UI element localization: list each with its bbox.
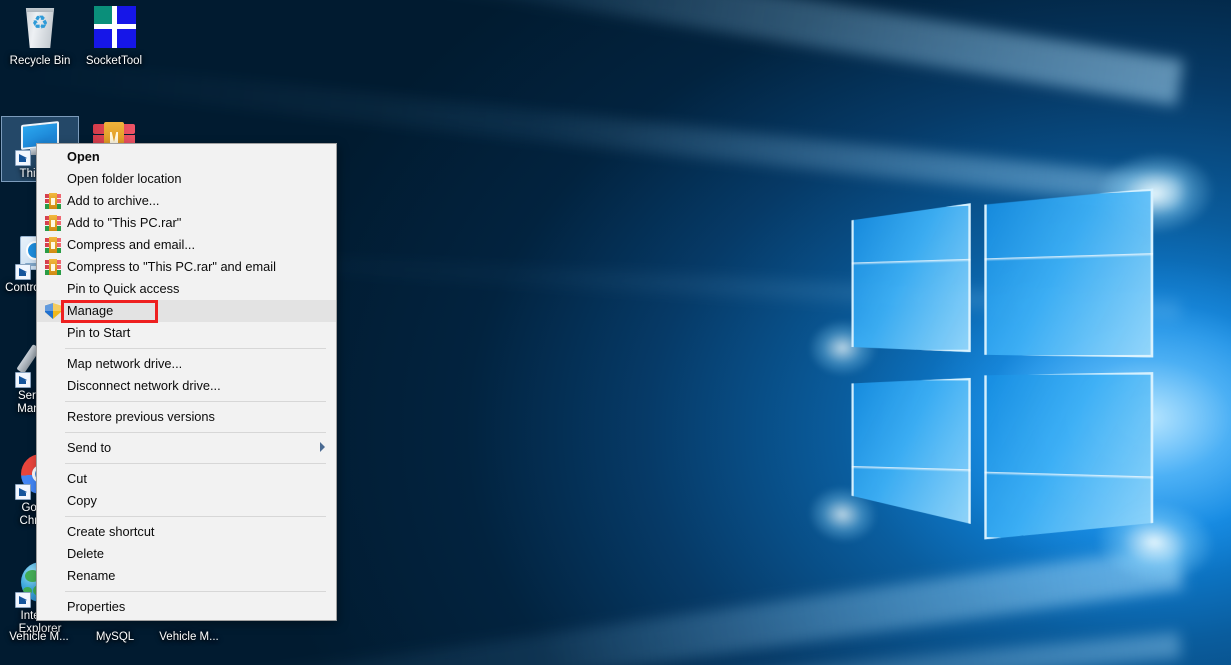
winrar-icon <box>45 237 61 253</box>
menu-item-copy[interactable]: Copy <box>37 490 336 512</box>
desktop-icon-label: Vehicle M... <box>159 631 219 643</box>
menu-item-label: Restore previous versions <box>67 409 215 424</box>
menu-item-label: Compress and email... <box>67 237 196 252</box>
shortcut-arrow-icon <box>15 484 31 500</box>
winrar-icon <box>45 215 61 231</box>
windows-logo-wallpaper <box>808 149 1214 587</box>
menu-item-properties[interactable]: Properties <box>37 596 336 618</box>
desktop-icon-vehicle-m-2[interactable]: Vehicle M... <box>150 631 228 644</box>
menu-item-label: Copy <box>67 493 97 508</box>
shortcut-arrow-icon <box>15 264 31 280</box>
menu-item-cut[interactable]: Cut <box>37 468 336 490</box>
menu-item-label: Send to <box>67 440 112 455</box>
shortcut-arrow-icon <box>15 592 31 608</box>
shortcut-arrow-icon <box>15 150 31 166</box>
menu-item-disconnect-network-drive[interactable]: Disconnect network drive... <box>37 375 336 397</box>
uac-shield-icon <box>45 303 61 319</box>
menu-item-manage[interactable]: Manage <box>37 300 336 322</box>
sockettool-icon <box>90 4 138 52</box>
desktop-icon-label: Recycle Bin <box>9 55 71 67</box>
desktop-icon-vehicle-m-1[interactable]: Vehicle M... <box>0 631 78 644</box>
menu-separator <box>65 463 326 464</box>
menu-item-pin-to-start[interactable]: Pin to Start <box>37 322 336 344</box>
menu-item-label: Open folder location <box>67 171 182 186</box>
menu-item-label: Open <box>67 149 100 164</box>
menu-item-add-to-archive[interactable]: Add to archive... <box>37 190 336 212</box>
menu-item-label: Create shortcut <box>67 524 155 539</box>
winrar-icon <box>45 193 61 209</box>
menu-separator <box>65 401 326 402</box>
menu-item-label: Pin to Quick access <box>67 281 180 296</box>
menu-item-label: Pin to Start <box>67 325 131 340</box>
menu-item-compress-to-rar-and-email[interactable]: Compress to "This PC.rar" and email <box>37 256 336 278</box>
menu-item-delete[interactable]: Delete <box>37 543 336 565</box>
winrar-icon <box>45 259 61 275</box>
menu-item-compress-and-email[interactable]: Compress and email... <box>37 234 336 256</box>
menu-item-label: Properties <box>67 599 126 614</box>
menu-item-map-network-drive[interactable]: Map network drive... <box>37 353 336 375</box>
menu-item-label: Compress to "This PC.rar" and email <box>67 259 276 274</box>
desktop-icon-label: SocketTool <box>85 55 143 67</box>
desktop-icon-label: Vehicle M... <box>9 631 69 643</box>
context-menu[interactable]: Open Open folder location Add to archive… <box>36 143 337 621</box>
desktop-icon-sockettool[interactable]: SocketTool <box>76 4 152 68</box>
desktop-icon-mysql[interactable]: MySQL <box>76 631 154 644</box>
desktop-icon-label: MySQL <box>95 631 135 643</box>
menu-item-label: Disconnect network drive... <box>67 378 221 393</box>
menu-item-label: Add to "This PC.rar" <box>67 215 182 230</box>
menu-item-restore-previous-versions[interactable]: Restore previous versions <box>37 406 336 428</box>
menu-item-label: Rename <box>67 568 116 583</box>
desktop[interactable]: Recycle Bin SocketTool This PC WinRAR Co… <box>0 0 1231 665</box>
shortcut-arrow-icon <box>15 372 31 388</box>
menu-item-rename[interactable]: Rename <box>37 565 336 587</box>
menu-item-send-to[interactable]: Send to <box>37 437 336 459</box>
menu-separator <box>65 348 326 349</box>
menu-separator <box>65 432 326 433</box>
menu-item-pin-to-quick-access[interactable]: Pin to Quick access <box>37 278 336 300</box>
menu-item-label: Manage <box>67 303 114 318</box>
menu-item-add-to-this-pc-rar[interactable]: Add to "This PC.rar" <box>37 212 336 234</box>
chevron-right-icon <box>320 442 325 452</box>
desktop-icon-recycle-bin[interactable]: Recycle Bin <box>2 4 78 68</box>
menu-item-create-shortcut[interactable]: Create shortcut <box>37 521 336 543</box>
menu-item-label: Map network drive... <box>67 356 183 371</box>
menu-item-label: Delete <box>67 546 104 561</box>
menu-item-open-folder-location[interactable]: Open folder location <box>37 168 336 190</box>
menu-separator <box>65 516 326 517</box>
menu-item-open[interactable]: Open <box>37 146 336 168</box>
recycle-bin-icon <box>16 4 64 52</box>
menu-item-label: Add to archive... <box>67 193 160 208</box>
menu-separator <box>65 591 326 592</box>
menu-item-label: Cut <box>67 471 87 486</box>
